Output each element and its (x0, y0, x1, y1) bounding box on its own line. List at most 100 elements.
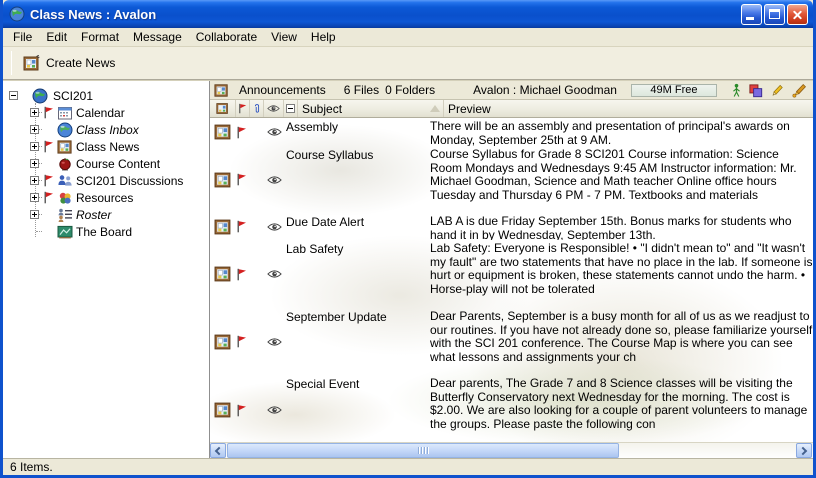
attachment-column-empty (250, 118, 264, 146)
tree-item-label: The Board (76, 225, 132, 239)
column-attachment[interactable] (250, 100, 264, 117)
scrollbar-thumb[interactable] (227, 443, 619, 458)
minimize-button[interactable] (741, 4, 762, 25)
apple-icon (56, 156, 73, 172)
globe-inbox-icon (56, 122, 73, 138)
news-board-icon (56, 139, 73, 155)
column-subject[interactable]: Subject (298, 100, 444, 117)
tree-item-course-content[interactable]: Course Content (3, 155, 209, 172)
eye-icon (264, 375, 284, 442)
red-flag-icon (236, 146, 250, 213)
folders-count: 0 Folders (385, 83, 435, 97)
tree-item-resources[interactable]: Resources (3, 189, 209, 206)
close-button[interactable] (787, 4, 808, 25)
toolbar: Create News (3, 47, 813, 80)
tree-item-sci201-discussions[interactable]: SCI201 Discussions (3, 172, 209, 189)
create-news-button[interactable]: Create News (20, 52, 122, 75)
folder-news-icon (214, 83, 229, 98)
eye-icon (264, 118, 284, 146)
scroll-right-button[interactable] (796, 443, 812, 458)
scroll-left-button[interactable] (210, 443, 226, 458)
people-icon (56, 173, 73, 189)
red-flag-icon (43, 140, 54, 153)
folder-info-bar: Announcements 6 Files 0 Folders Avalon :… (210, 81, 813, 100)
folder-name: Announcements (239, 83, 326, 97)
preview-column-label: Preview (448, 102, 491, 116)
list-column-header: Subject Preview (210, 100, 813, 118)
storage-free-label: 49M Free (650, 84, 697, 96)
tree-item-label: SCI201 Discussions (76, 174, 183, 188)
red-flag-icon (236, 240, 250, 308)
menu-edit[interactable]: Edit (39, 28, 74, 46)
message-preview: Course Syllabus for Grade 8 SCI201 Cours… (430, 146, 813, 213)
create-news-icon (23, 55, 40, 72)
menu-message[interactable]: Message (126, 28, 189, 46)
pencil-icon[interactable] (770, 83, 784, 98)
tree-item-roster[interactable]: Roster (3, 206, 209, 223)
menu-help[interactable]: Help (304, 28, 343, 46)
column-flag[interactable] (236, 100, 250, 117)
expand-expander-icon[interactable] (30, 210, 39, 219)
application-window: Class News : Avalon File Edit Format Mes… (0, 0, 816, 478)
attachment-column-empty (250, 146, 264, 213)
tree-item-label: Class News (76, 140, 139, 154)
scrollbar-track[interactable] (619, 443, 796, 458)
column-read-status[interactable] (264, 100, 284, 117)
message-row[interactable]: Lab Safety Lab Safety: Everyone is Respo… (210, 240, 813, 308)
collapse-expander-icon[interactable] (9, 91, 18, 100)
news-item-icon (210, 213, 236, 240)
tree-item-label: Course Content (76, 157, 160, 171)
message-row[interactable]: Special Event Dear parents, The Grade 7 … (210, 375, 813, 442)
tree-item-sci201[interactable]: SCI201 (3, 87, 209, 104)
red-flag-icon (236, 213, 250, 240)
news-board-icon (216, 102, 229, 115)
chalkboard-icon (56, 224, 73, 240)
tree-item-label: Calendar (76, 106, 125, 120)
chevron-left-icon (215, 446, 223, 454)
column-item-icon[interactable] (210, 100, 236, 117)
tree-item-class-inbox[interactable]: Class Inbox (3, 121, 209, 138)
color-palette-icon (56, 190, 73, 206)
tree-item-the-board[interactable]: The Board (3, 223, 209, 240)
expand-expander-icon[interactable] (30, 193, 39, 202)
eye-icon (264, 240, 284, 308)
column-preview[interactable]: Preview (444, 100, 813, 117)
tree-item-class-news[interactable]: Class News (3, 138, 209, 155)
expand-expander-icon[interactable] (30, 125, 39, 134)
message-subject: Due Date Alert (284, 213, 430, 240)
menu-format[interactable]: Format (74, 28, 126, 46)
menu-view[interactable]: View (264, 28, 304, 46)
maximize-button[interactable] (764, 4, 785, 25)
message-row[interactable]: Course Syllabus Course Syllabus for Grad… (210, 146, 813, 213)
main-area: SCI201 Calendar Class Inbox (3, 80, 813, 458)
signature-pen-icon[interactable] (791, 83, 807, 98)
menu-collaborate[interactable]: Collaborate (189, 28, 264, 46)
sort-ascending-icon (430, 105, 440, 112)
window-title: Class News : Avalon (30, 7, 741, 22)
online-user-icon[interactable] (732, 83, 741, 98)
expand-expander-icon[interactable] (30, 176, 39, 185)
windows-icon[interactable] (748, 83, 763, 98)
news-item-icon (210, 146, 236, 213)
red-flag-icon (236, 118, 250, 146)
column-collapse-all[interactable] (284, 100, 298, 117)
message-row[interactable]: September Update Dear Parents, September… (210, 308, 813, 375)
tree-item-label: SCI201 (53, 89, 93, 103)
storage-free-gauge: 49M Free (631, 84, 717, 97)
tree-item-calendar[interactable]: Calendar (3, 104, 209, 121)
menu-file[interactable]: File (6, 28, 39, 46)
expand-expander-icon[interactable] (30, 159, 39, 168)
attachment-column-empty (250, 213, 264, 240)
message-subject: Course Syllabus (284, 146, 430, 213)
expand-expander-icon[interactable] (30, 142, 39, 151)
red-flag-icon (43, 174, 54, 187)
title-bar[interactable]: Class News : Avalon (3, 0, 813, 28)
attachment-column-empty (250, 240, 264, 308)
horizontal-scrollbar[interactable] (210, 442, 813, 458)
red-flag-icon (236, 375, 250, 442)
message-row[interactable]: Due Date Alert LAB A is due Friday Septe… (210, 213, 813, 240)
message-preview: Lab Safety: Everyone is Responsible! • "… (430, 240, 813, 308)
message-row[interactable]: Assembly There will be an assembly and p… (210, 118, 813, 146)
expand-expander-icon[interactable] (30, 108, 39, 117)
minimize-icon (746, 17, 754, 20)
